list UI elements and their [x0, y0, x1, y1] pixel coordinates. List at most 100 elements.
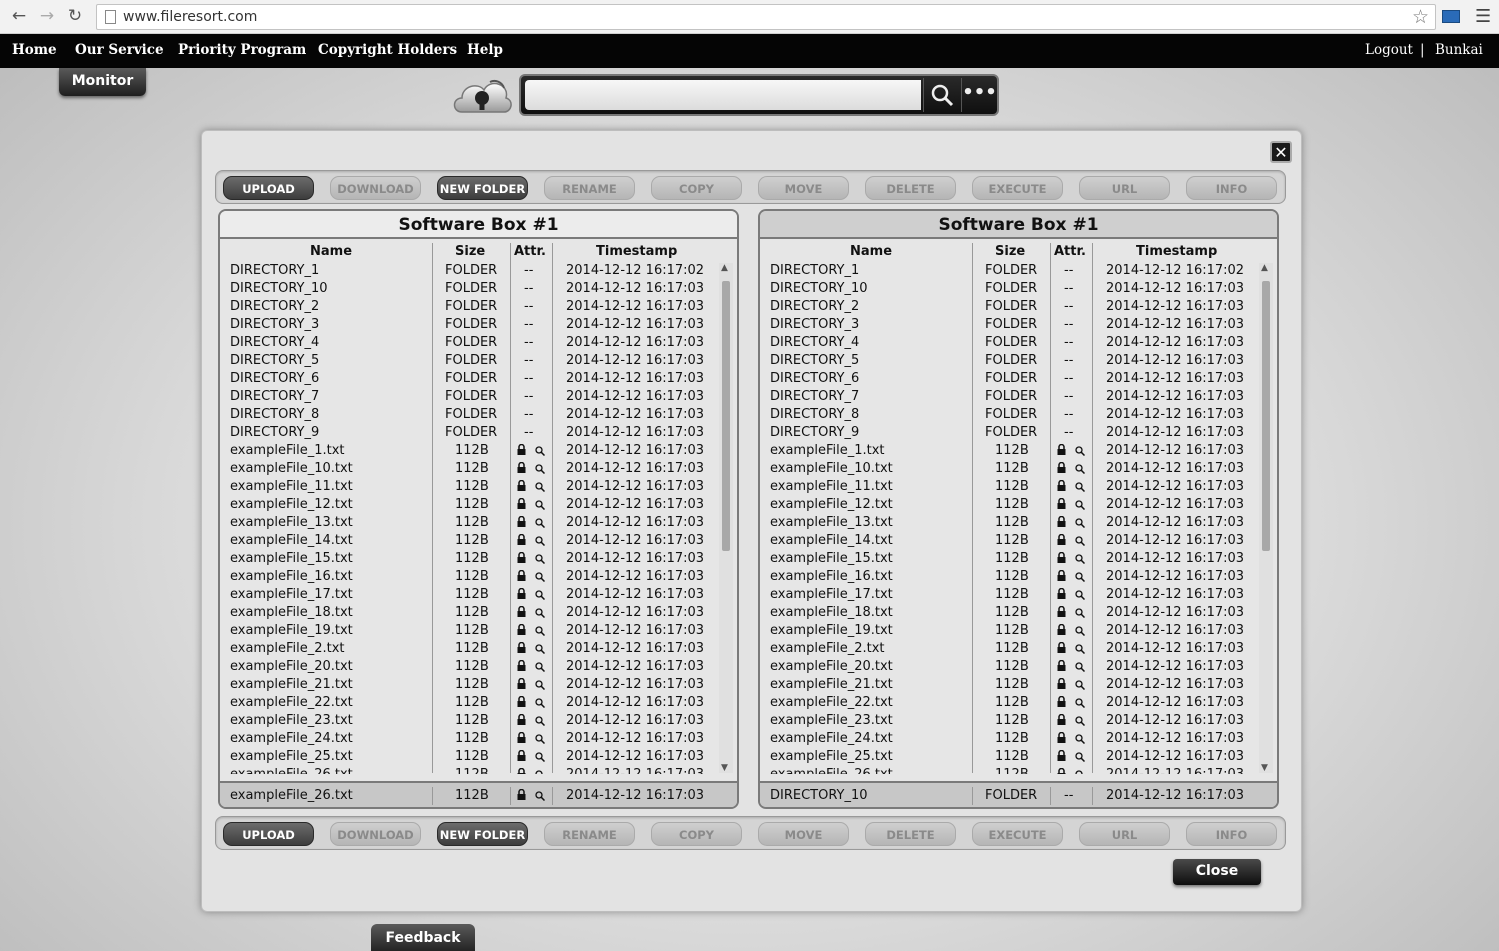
table-row[interactable]: DIRECTORY_9 FOLDER -- 2014-12-12 16:17:03 [220, 424, 737, 442]
lock-icon[interactable] [517, 731, 526, 747]
feedback-tab[interactable]: Feedback [371, 924, 475, 951]
scroll-up-icon[interactable]: ▲ [721, 263, 728, 273]
lock-icon[interactable] [1057, 515, 1066, 531]
copy-button[interactable]: COPY [651, 176, 742, 200]
lock-icon[interactable] [1057, 767, 1066, 774]
table-row[interactable]: exampleFile_23.txt 112B 2014-12-12 16:17:0… [760, 712, 1277, 730]
lock-icon[interactable] [517, 587, 526, 603]
col-timestamp-header[interactable]: Timestamp [596, 244, 677, 259]
lock-icon[interactable] [1057, 551, 1066, 567]
table-row[interactable]: exampleFile_19.txt 112B 2014-12-12 16:17:0… [760, 622, 1277, 640]
info-button[interactable]: INFO [1186, 822, 1277, 846]
table-row[interactable]: DIRECTORY_4 FOLDER -- 2014-12-12 16:17:03 [760, 334, 1277, 352]
nav-username[interactable]: Bunkai [1435, 42, 1483, 58]
info-button[interactable]: INFO [1186, 176, 1277, 200]
lock-icon[interactable] [517, 749, 526, 765]
preview-magnifier-icon[interactable] [1075, 697, 1086, 712]
table-row[interactable]: exampleFile_10.txt 112B 2014-12-12 16:17:0… [760, 460, 1277, 478]
table-row[interactable]: exampleFile_15.txt 112B 2014-12-12 16:17:0… [220, 550, 737, 568]
scrollbar[interactable]: ▲ ▼ [1259, 263, 1273, 773]
scrollbar[interactable]: ▲ ▼ [719, 263, 733, 773]
table-row[interactable]: DIRECTORY_1 FOLDER -- 2014-12-12 16:17:02 [760, 262, 1277, 280]
col-name-header[interactable]: Name [850, 244, 892, 259]
dialog-close-icon[interactable]: ✕ [1270, 141, 1292, 163]
new-folder-button[interactable]: NEW FOLDER [437, 176, 528, 200]
table-row[interactable]: exampleFile_19.txt 112B 2014-12-12 16:17:0… [220, 622, 737, 640]
table-row[interactable]: exampleFile_1.txt 112B 2014-12-12 16:17:03 [760, 442, 1277, 460]
nav-home[interactable]: Home [12, 42, 57, 58]
table-row[interactable]: exampleFile_11.txt 112B 2014-12-12 16:17:0… [760, 478, 1277, 496]
preview-magnifier-icon[interactable] [1075, 661, 1086, 676]
table-row[interactable]: exampleFile_13.txt 112B 2014-12-12 16:17:0… [760, 514, 1277, 532]
nav-help[interactable]: Help [467, 42, 503, 58]
table-row[interactable]: DIRECTORY_5 FOLDER -- 2014-12-12 16:17:03 [220, 352, 737, 370]
preview-magnifier-icon[interactable] [1075, 535, 1086, 550]
table-row[interactable]: exampleFile_23.txt 112B 2014-12-12 16:17:0… [220, 712, 737, 730]
lock-icon[interactable] [517, 605, 526, 621]
table-row[interactable]: exampleFile_18.txt 112B 2014-12-12 16:17:0… [760, 604, 1277, 622]
table-row[interactable]: exampleFile_21.txt 112B 2014-12-12 16:17:0… [760, 676, 1277, 694]
search-button[interactable] [923, 78, 959, 112]
close-button[interactable]: Close [1173, 859, 1261, 885]
lock-icon[interactable] [1057, 641, 1066, 657]
table-row[interactable]: exampleFile_16.txt 112B 2014-12-12 16:17:0… [760, 568, 1277, 586]
table-row[interactable]: DIRECTORY_8 FOLDER -- 2014-12-12 16:17:03 [220, 406, 737, 424]
nav-logout[interactable]: Logout [1365, 42, 1413, 58]
table-row[interactable]: exampleFile_14.txt 112B 2014-12-12 16:17:0… [760, 532, 1277, 550]
selected-file-row[interactable]: exampleFile_26.txt 112B 2014-12-12 16:17:0… [220, 781, 737, 807]
reload-icon[interactable]: ↻ [64, 5, 86, 27]
preview-magnifier-icon[interactable] [535, 535, 546, 550]
table-row[interactable]: exampleFile_20.txt 112B 2014-12-12 16:17:0… [760, 658, 1277, 676]
back-icon[interactable]: ← [8, 5, 30, 27]
lock-icon[interactable] [517, 479, 526, 495]
table-row[interactable]: DIRECTORY_9 FOLDER -- 2014-12-12 16:17:03 [760, 424, 1277, 442]
table-row[interactable]: exampleFile_18.txt 112B 2014-12-12 16:17:0… [220, 604, 737, 622]
scroll-thumb[interactable] [1262, 281, 1270, 551]
rename-button[interactable]: RENAME [544, 176, 635, 200]
extension-icon[interactable] [1442, 10, 1460, 23]
upload-button[interactable]: UPLOAD [223, 176, 314, 200]
scroll-thumb[interactable] [722, 281, 730, 551]
table-row[interactable]: exampleFile_2.txt 112B 2014-12-12 16:17:03 [760, 640, 1277, 658]
lock-icon[interactable] [517, 497, 526, 513]
preview-magnifier-icon[interactable] [1075, 445, 1086, 460]
col-timestamp-header[interactable]: Timestamp [1136, 244, 1217, 259]
lock-icon[interactable] [1057, 443, 1066, 459]
lock-icon[interactable] [1057, 677, 1066, 693]
table-row[interactable]: DIRECTORY_2 FOLDER -- 2014-12-12 16:17:03 [220, 298, 737, 316]
lock-icon[interactable] [1057, 461, 1066, 477]
preview-magnifier-icon[interactable] [535, 715, 546, 730]
lock-icon[interactable] [1057, 479, 1066, 495]
table-row[interactable]: exampleFile_25.txt 112B 2014-12-12 16:17:0… [220, 748, 737, 766]
preview-magnifier-icon[interactable] [1075, 607, 1086, 622]
address-bar[interactable]: www.fileresort.com ☆ [96, 4, 1436, 30]
table-row[interactable]: exampleFile_12.txt 112B 2014-12-12 16:17:0… [760, 496, 1277, 514]
execute-button[interactable]: EXECUTE [972, 822, 1063, 846]
lock-icon[interactable] [517, 551, 526, 567]
lock-icon[interactable] [517, 659, 526, 675]
table-row[interactable]: DIRECTORY_5 FOLDER -- 2014-12-12 16:17:03 [760, 352, 1277, 370]
lock-icon[interactable] [517, 677, 526, 693]
nav-our-service[interactable]: Our Service [75, 42, 164, 58]
table-row[interactable]: DIRECTORY_8 FOLDER -- 2014-12-12 16:17:03 [760, 406, 1277, 424]
table-row[interactable]: exampleFile_14.txt 112B 2014-12-12 16:17:0… [220, 532, 737, 550]
execute-button[interactable]: EXECUTE [972, 176, 1063, 200]
preview-magnifier-icon[interactable] [535, 571, 546, 586]
table-row[interactable]: exampleFile_22.txt 112B 2014-12-12 16:17:0… [220, 694, 737, 712]
table-row[interactable]: exampleFile_24.txt 112B 2014-12-12 16:17:0… [760, 730, 1277, 748]
address-text[interactable]: www.fileresort.com [123, 9, 257, 25]
table-row[interactable]: exampleFile_17.txt 112B 2014-12-12 16:17:0… [760, 586, 1277, 604]
lock-icon[interactable] [517, 695, 526, 711]
table-row[interactable]: DIRECTORY_10 FOLDER -- 2014-12-12 16:17:03 [760, 280, 1277, 298]
col-name-header[interactable]: Name [310, 244, 352, 259]
copy-button[interactable]: COPY [651, 822, 742, 846]
preview-magnifier-icon[interactable] [535, 463, 546, 478]
lock-icon[interactable] [1057, 587, 1066, 603]
nav-priority-program[interactable]: Priority Program [178, 42, 306, 58]
lock-icon[interactable] [517, 641, 526, 657]
table-row[interactable]: exampleFile_26.txt 112B 2014-12-12 16:17:0… [760, 766, 1277, 774]
preview-magnifier-icon[interactable] [1075, 625, 1086, 640]
table-row[interactable]: exampleFile_25.txt 112B 2014-12-12 16:17:0… [760, 748, 1277, 766]
scroll-down-icon[interactable]: ▼ [721, 763, 728, 773]
preview-magnifier-icon[interactable] [535, 445, 546, 460]
